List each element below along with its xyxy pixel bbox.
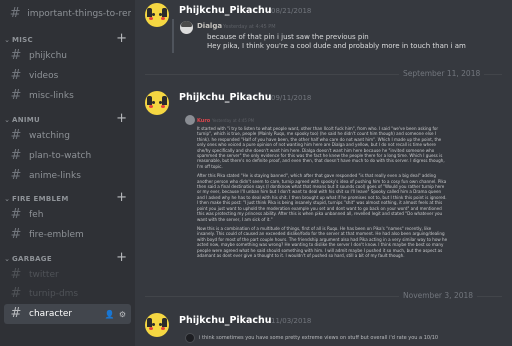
reply-avatar (180, 21, 193, 34)
channel-watching[interactable]: # watching (4, 126, 131, 146)
message-author[interactable]: Phijkchu_Pikachu (179, 92, 272, 103)
date-divider: September 11, 2018 (145, 69, 502, 79)
text-channel-icon: # (10, 207, 22, 222)
create-channel-icon[interactable]: + (116, 190, 127, 206)
message-timestamp: 11/03/2018 (271, 317, 312, 325)
channel-name: plan-to-watch (29, 151, 92, 161)
reply-avatar (185, 333, 195, 343)
channel-important-things[interactable]: # important-things-to-rem… (4, 4, 131, 24)
channel-sidebar: # important-things-to-rem… ⌄ MISC + # ph… (0, 0, 135, 346)
channel-name: important-things-to-rem… (27, 9, 131, 19)
date-divider: November 3, 2018 (145, 291, 502, 301)
channel-name: character (29, 309, 73, 319)
chevron-down-icon: ⌄ (4, 195, 10, 203)
text-channel-icon: # (10, 48, 22, 63)
channel-twitter[interactable]: # twitter (4, 265, 131, 285)
message-line: i think sometimes you have some pretty e… (199, 335, 439, 341)
channel-misc-links[interactable]: # misc-links (4, 86, 131, 106)
channel-name: twitter (29, 270, 59, 280)
quoted-paragraph: After this Pika stated "He is staying ba… (197, 173, 447, 222)
quoted-paragraph: It started with "i try to listen to what… (197, 126, 445, 169)
category-name: GARBAGE (12, 255, 52, 263)
text-channel-icon: # (10, 306, 22, 321)
channel-turnip-dms[interactable]: # turnip-dms (4, 284, 131, 304)
channel-character[interactable]: # character 👤 ⚙ (4, 304, 131, 324)
date-divider-label: September 11, 2018 (399, 69, 485, 79)
channel-feh[interactable]: # feh (4, 205, 131, 225)
gear-icon[interactable]: ⚙ (119, 310, 126, 319)
category-fire-emblem[interactable]: ⌄ FIRE EMBLEM + (0, 190, 135, 206)
user-avatar[interactable] (145, 313, 169, 337)
channel-phijkchu[interactable]: # phijkchu (4, 46, 131, 66)
reply-timestamp: Yesterday at 4:45 PM (223, 24, 276, 30)
invite-members-icon[interactable]: 👤 (105, 310, 115, 319)
text-channel-icon: # (10, 128, 22, 143)
message-timestamp: 09/11/2018 (271, 94, 312, 102)
quote-author: Kuro (197, 118, 211, 124)
channel-fire-emblem[interactable]: # fire-emblem (4, 225, 131, 245)
message-line: because of that pin i just saw the previ… (207, 33, 369, 41)
message-author[interactable]: Phijkchu_Pikachu (179, 5, 272, 16)
channel-name: misc-links (29, 91, 74, 101)
channel-name: videos (29, 71, 59, 81)
message-timestamp: 08/21/2018 (271, 7, 312, 15)
user-avatar[interactable] (145, 91, 169, 115)
text-channel-icon: # (10, 148, 22, 163)
channel-name: anime-links (29, 171, 81, 181)
category-misc[interactable]: ⌄ MISC + (0, 31, 135, 47)
channel-name: fire-emblem (29, 230, 84, 240)
category-animu[interactable]: ⌄ ANIMU + (0, 111, 135, 127)
text-channel-icon: # (10, 286, 22, 301)
channel-name: turnip-dms (29, 289, 79, 299)
chevron-down-icon: ⌄ (4, 116, 10, 124)
chat-area: Phijkchu_Pikachu 08/21/2018 Dialga Yeste… (135, 0, 512, 346)
message-author[interactable]: Phijkchu_Pikachu (179, 315, 272, 326)
text-channel-icon: # (10, 88, 22, 103)
text-channel-icon: # (10, 68, 22, 83)
text-channel-icon: # (10, 168, 22, 183)
channel-videos[interactable]: # videos (4, 66, 131, 86)
category-name: FIRE EMBLEM (12, 195, 69, 203)
channel-name: phijkchu (29, 51, 67, 61)
category-garbage[interactable]: ⌄ GARBAGE + (0, 250, 135, 266)
category-name: ANIMU (12, 116, 41, 124)
create-channel-icon[interactable]: + (116, 31, 127, 47)
text-channel-icon: # (10, 267, 22, 282)
quote-timestamp: Yesterday at 4:45 PM (212, 118, 255, 123)
text-channel-icon: # (10, 227, 22, 242)
channel-plan-to-watch[interactable]: # plan-to-watch (4, 146, 131, 166)
user-avatar[interactable] (145, 3, 169, 27)
screenshot-avatar (185, 115, 195, 125)
channel-anime-links[interactable]: # anime-links (4, 166, 131, 186)
message-line: Hey pika, I think you're a cool dude and… (207, 42, 466, 50)
channel-name: feh (29, 210, 44, 220)
category-name: MISC (12, 36, 33, 44)
channel-name: watching (29, 131, 70, 141)
create-channel-icon[interactable]: + (116, 111, 127, 127)
quoted-paragraph: Now this is a combination of a multitude… (197, 225, 448, 258)
screenshot-image[interactable]: Kuro Yesterday at 4:45 PM It started wit… (197, 118, 449, 286)
reply-author[interactable]: Dialga (197, 22, 222, 30)
chevron-down-icon: ⌄ (4, 255, 10, 263)
text-channel-icon: # (9, 6, 21, 21)
date-divider-label: November 3, 2018 (399, 291, 478, 301)
create-channel-icon[interactable]: + (116, 250, 127, 266)
chevron-down-icon: ⌄ (4, 36, 10, 44)
